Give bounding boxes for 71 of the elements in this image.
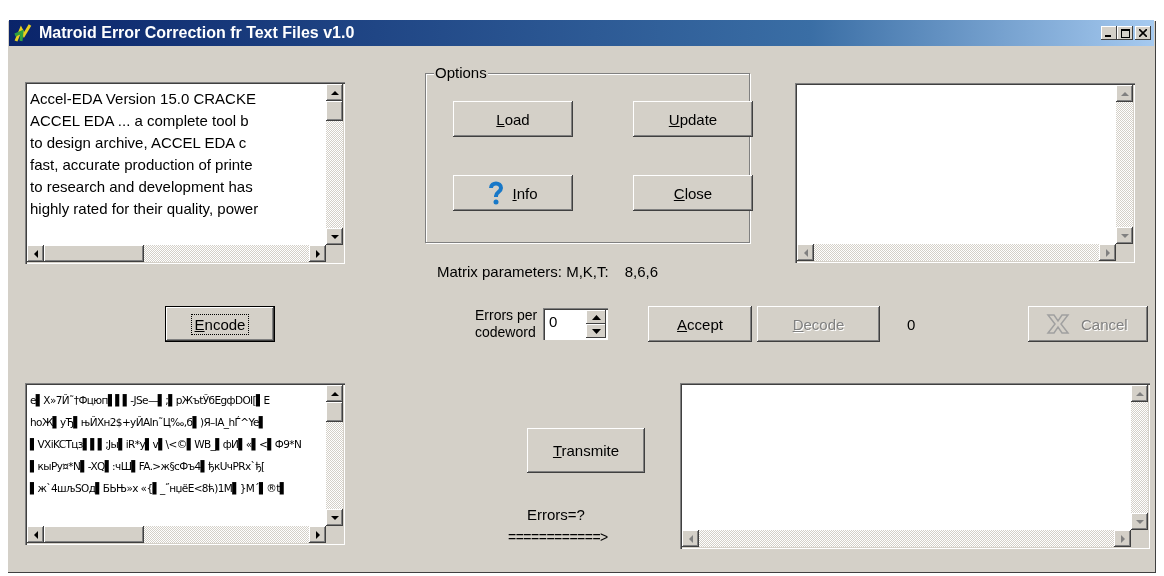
arrow-right-icon [1103,247,1112,258]
app-icon [13,23,33,43]
arrow-up-icon [1134,389,1145,398]
scrollbar-corner [326,526,343,543]
arrow-down-icon [1119,231,1130,240]
accept-button[interactable]: Accept [648,306,752,342]
text-line: to design archive, ACCEL EDA c [30,133,247,153]
encode-button[interactable]: Encode [165,306,275,342]
option-button[interactable]: Update [633,101,753,137]
transmit-button[interactable]: Transmite [527,428,645,473]
arrow-up-icon [591,314,601,320]
arrow-up-icon [329,88,340,97]
text-area[interactable] [680,383,1150,549]
text-line: ▌VXiKCTцз▌▌▌;Jы▌iR*y▌v▌\<©▌WB_▌фИ▌«▌<▌Ф9*N [30,437,302,453]
group-label: Options [434,64,488,81]
decode-count: 0 [907,315,916,333]
scrollbar-corner [1116,244,1133,261]
text-line: ▌кыPy¤*N▌-XQ▌:чШ▌FA.>ж§cФъ4▌ђкUчPRx`ђ[ [30,459,265,475]
vertical-scrollbar[interactable] [1116,85,1133,244]
vertical-scrollbar[interactable] [326,84,343,245]
horizontal-scrollbar[interactable] [682,530,1131,547]
option-button[interactable]: Load [453,101,573,137]
horizontal-scrollbar[interactable] [27,526,326,543]
question-icon [488,181,505,205]
scrollbar-corner [1131,530,1148,547]
arrow-right-icon [313,529,322,540]
errors-spinner[interactable]: 0 [543,308,608,340]
arrow-down-icon [591,328,601,334]
errors-per-codeword-label: Errors per codeword [475,307,539,341]
window-title: Matroid Error Correction fr Text Files v1.0 [39,24,355,42]
text-line: fast, accurate production of printe [30,155,253,175]
info-button[interactable]: Info [453,175,573,211]
errors-label: Errors=? [527,506,585,523]
x-icon [1045,312,1071,336]
scroll-thumb[interactable] [44,526,144,543]
scroll-thumb[interactable] [44,245,144,262]
horizontal-scrollbar[interactable] [797,244,1116,261]
option-button[interactable]: Close [633,175,753,211]
vertical-scrollbar[interactable] [1131,385,1148,530]
spin-up-button[interactable] [586,310,606,324]
maximize-button[interactable] [1117,26,1133,40]
text-line: highly rated for their quality, power [30,199,259,219]
scrollbar-corner [326,245,343,262]
text-line: ▌ж`4шљSOд▌БЬЊ»x «{▌_˝нџёE<8ћ)1M▌}M´▌®t▌ [30,481,288,497]
arrow-right-icon [1118,533,1127,544]
text-area[interactable] [795,83,1135,263]
scroll-thumb[interactable] [326,402,343,422]
text-line: hoЖ▌yЂ▌њЙXн2$+yЙAIn˜Ц‰,б▌)Я–IA_hЃ^Ye▌ [30,415,267,431]
spin-down-button[interactable] [586,324,606,338]
minimize-button[interactable] [1101,26,1117,40]
arrow-right-icon [313,248,322,259]
arrow-up-icon [1119,89,1130,98]
close-button[interactable] [1135,26,1151,40]
text-line: to research and development has [30,177,253,197]
close-icon [1139,29,1147,37]
scroll-thumb[interactable] [326,101,343,121]
arrow-down-icon [329,513,340,522]
horizontal-scrollbar[interactable] [27,245,326,262]
arrow-up-icon [329,389,340,398]
vertical-scrollbar[interactable] [326,385,343,526]
arrow-down-icon [1134,517,1145,526]
matrix-parameters-label: Matrix parameters: M,K,T: [437,263,609,280]
matrix-parameters-value: 8,6,6 [624,263,659,280]
text-area[interactable]: Accel-EDA Version 15.0 CRACKE ACCEL EDA ... a complete tool b to design archive, ACCEL EDA c fast, accurate production of printe to research and development has highly rated for their quality, power [25,82,345,264]
text-line: Accel-EDA Version 15.0 CRACKE [30,89,256,109]
arrow-down-icon [329,232,340,241]
maximize-icon [1120,28,1130,38]
arrow-label: ============> [508,529,608,545]
text-line: e▌X»7Й˜†Фцюп▌▌▌-JSe—▌;▌pЖъtЎбEgфDOI[▌E [30,393,270,409]
text-line: ACCEL EDA ... a complete tool b [30,111,249,131]
text-area[interactable]: e▌X»7Й˜†Фцюп▌▌▌-JSe—▌;▌pЖъtЎбEgфDOI[▌E hoЖ▌yЂ▌њЙXн2$+yЙAIn˜Ц‰,б▌)Я–IA_hЃ^Ye▌ ▌VXiKCTцз▌▌▌;Jы▌iR*y▌v▌\<©▌WB_▌фИ▌«▌<▌Ф9*N ▌кыPy¤*N▌-XQ▌:чШ▌FA.>ж§cФъ4▌ђкUчPRx`ђ[ ▌ж`4шљSOд▌БЬЊ»x «{▌_˝нџёE<8ћ)1M▌}M´▌®t▌ [25,383,345,545]
